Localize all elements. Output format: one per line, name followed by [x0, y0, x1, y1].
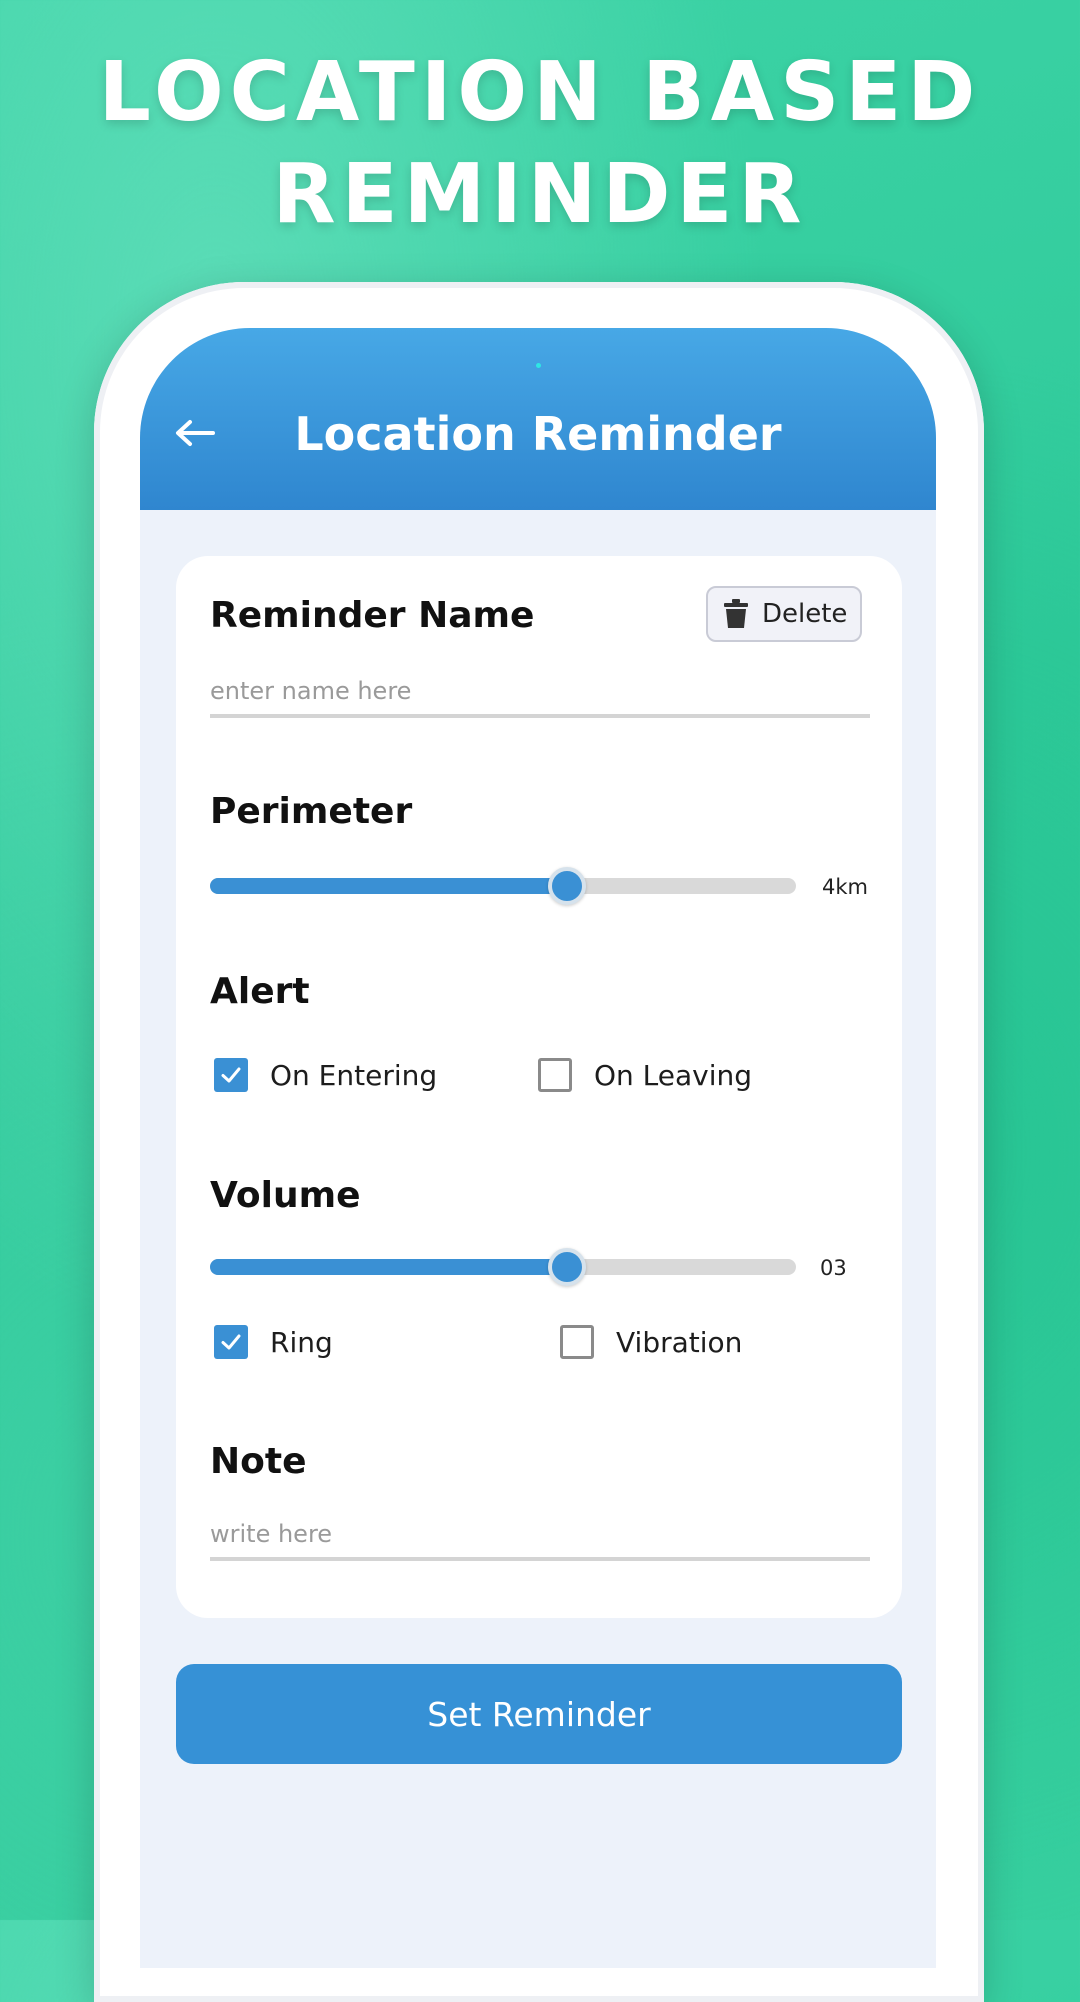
vibration-label: Vibration — [616, 1325, 743, 1359]
volume-vibration-checkbox[interactable]: Vibration — [560, 1325, 742, 1359]
set-reminder-button[interactable]: Set Reminder — [176, 1664, 902, 1764]
vibration-checkbox-box[interactable] — [560, 1325, 594, 1359]
reminder-name-input[interactable] — [210, 668, 870, 718]
volume-ring-checkbox[interactable]: Ring — [214, 1325, 333, 1359]
volume-label: Volume — [210, 1175, 361, 1216]
app-screen: Location Reminder Reminder Name Delete P… — [140, 328, 936, 1968]
reminder-name-label: Reminder Name — [210, 595, 535, 636]
perimeter-value: 4km — [822, 875, 868, 899]
checkmark-icon — [221, 1067, 241, 1083]
volume-slider-fill — [210, 1259, 567, 1275]
note-label: Note — [210, 1441, 307, 1482]
perimeter-slider[interactable] — [210, 866, 796, 906]
trash-icon — [724, 599, 748, 628]
ring-label: Ring — [270, 1325, 333, 1359]
alert-on-entering-checkbox[interactable]: On Entering — [214, 1058, 437, 1092]
perimeter-label: Perimeter — [210, 791, 413, 832]
volume-slider[interactable] — [210, 1247, 796, 1287]
on-leaving-label: On Leaving — [594, 1058, 753, 1092]
note-input[interactable] — [210, 1511, 870, 1561]
alert-on-leaving-checkbox[interactable]: On Leaving — [538, 1058, 752, 1092]
perimeter-slider-thumb[interactable] — [548, 867, 586, 905]
screen-title: Location Reminder — [294, 407, 782, 461]
checkmark-icon — [221, 1334, 241, 1350]
camera-dot — [536, 363, 541, 368]
delete-button[interactable]: Delete — [706, 586, 862, 642]
alert-label: Alert — [210, 971, 310, 1012]
on-entering-label: On Entering — [270, 1058, 438, 1092]
promo-headline: LOCATION BASED REMINDER — [0, 42, 1080, 246]
promo-headline-line2: REMINDER — [272, 147, 808, 242]
promo-headline-line1: LOCATION BASED — [98, 45, 982, 140]
app-header: Location Reminder — [140, 328, 936, 510]
volume-value: 03 — [820, 1256, 847, 1280]
delete-button-label: Delete — [762, 599, 848, 629]
reminder-form-card: Reminder Name Delete Perimeter 4km Alert… — [176, 556, 902, 1618]
perimeter-slider-fill — [210, 878, 567, 894]
volume-slider-thumb[interactable] — [548, 1248, 586, 1286]
on-entering-checkbox-box[interactable] — [214, 1058, 248, 1092]
ring-checkbox-box[interactable] — [214, 1325, 248, 1359]
on-leaving-checkbox-box[interactable] — [538, 1058, 572, 1092]
